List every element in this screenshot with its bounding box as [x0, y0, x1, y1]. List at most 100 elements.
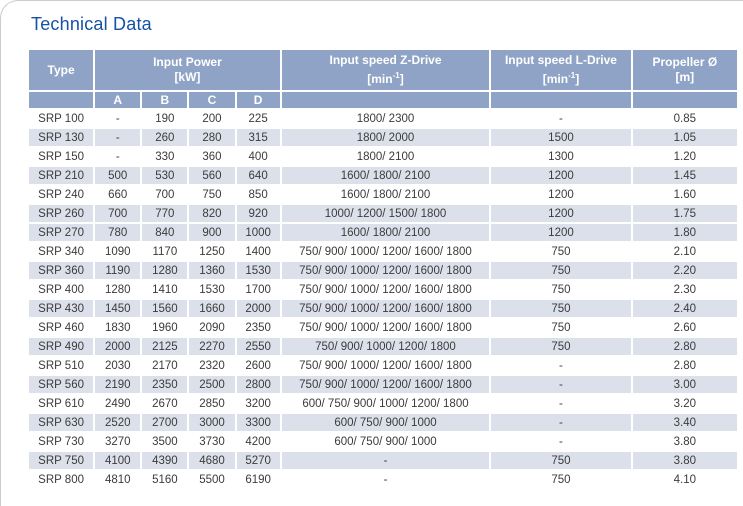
power-b-cell: 2125	[142, 338, 187, 355]
table-row: SRP 7504100439046805270-7503.80	[29, 452, 737, 469]
propeller-diameter-cell: 1.20	[633, 148, 737, 165]
subheader-col-a: A	[95, 92, 140, 108]
power-c-cell: 820	[189, 205, 234, 222]
z-drive-speed-cell: -	[282, 452, 490, 469]
unit-open: [min	[543, 72, 568, 86]
power-c-cell: 2320	[189, 357, 234, 374]
power-d-cell: 2800	[237, 376, 280, 393]
table-row: SRP 2406607007508501600/ 1800/ 210012001…	[29, 186, 737, 203]
z-drive-speed-cell: 750/ 900/ 1000/ 1200/ 1600/ 1800	[282, 243, 490, 260]
type-cell: SRP 340	[29, 243, 93, 260]
z-drive-speed-cell: 1000/ 1200/ 1500/ 1800	[282, 205, 490, 222]
power-c-cell: 750	[189, 186, 234, 203]
z-drive-speed-cell: 1600/ 1800/ 2100	[282, 224, 490, 241]
power-c-cell: 2090	[189, 319, 234, 336]
table-subheader-row: A B C D	[29, 92, 737, 108]
power-a-cell: 1190	[95, 262, 140, 279]
power-a-cell: 660	[95, 186, 140, 203]
power-d-cell: 3200	[237, 395, 280, 412]
type-cell: SRP 270	[29, 224, 93, 241]
power-d-cell: 1400	[237, 243, 280, 260]
l-drive-speed-cell: -	[491, 376, 630, 393]
type-cell: SRP 750	[29, 452, 93, 469]
unit-close: ]	[400, 72, 404, 86]
z-drive-speed-cell: 750/ 900/ 1000/ 1200/ 1600/ 1800	[282, 319, 490, 336]
power-a-cell: 500	[95, 167, 140, 184]
power-d-cell: 225	[237, 110, 280, 127]
type-cell: SRP 560	[29, 376, 93, 393]
power-a-cell: 700	[95, 205, 140, 222]
table-row: SRP 4001280141015301700750/ 900/ 1000/ 1…	[29, 281, 737, 298]
power-b-cell: 1560	[142, 300, 187, 317]
power-b-cell: 840	[142, 224, 187, 241]
power-c-cell: 2270	[189, 338, 234, 355]
power-c-cell: 560	[189, 167, 234, 184]
power-c-cell: 2850	[189, 395, 234, 412]
power-b-cell: 190	[142, 110, 187, 127]
subheader-col-c: C	[189, 92, 234, 108]
type-cell: SRP 100	[29, 110, 93, 127]
power-a-cell: 2490	[95, 395, 140, 412]
table-row: SRP 3401090117012501400750/ 900/ 1000/ 1…	[29, 243, 737, 260]
table-row: SRP 8004810516055006190-7504.10	[29, 471, 737, 488]
type-cell: SRP 400	[29, 281, 93, 298]
subheader-l-drive-empty	[491, 92, 630, 108]
power-a-cell: 4810	[95, 471, 140, 488]
content-panel: Technical Data Type Input Power [kW] Inp…	[0, 0, 743, 506]
l-drive-speed-cell: 1200	[491, 205, 630, 222]
power-a-cell: 4100	[95, 452, 140, 469]
z-drive-speed-cell: -	[282, 471, 490, 488]
l-drive-speed-cell: 750	[491, 338, 630, 355]
z-drive-speed-cell: 750/ 900/ 1000/ 1200/ 1600/ 1800	[282, 281, 490, 298]
propeller-diameter-cell: 3.20	[633, 395, 737, 412]
power-d-cell: 315	[237, 129, 280, 146]
power-b-cell: 1280	[142, 262, 187, 279]
power-a-cell: 2000	[95, 338, 140, 355]
table-row: SRP 3601190128013601530750/ 900/ 1000/ 1…	[29, 262, 737, 279]
power-d-cell: 1530	[237, 262, 280, 279]
propeller-diameter-cell: 1.45	[633, 167, 737, 184]
technical-data-table: Type Input Power [kW] Input speed Z-Driv…	[27, 48, 739, 490]
type-cell: SRP 610	[29, 395, 93, 412]
z-drive-speed-cell: 1800/ 2000	[282, 129, 490, 146]
table-row: SRP 4902000212522702550750/ 900/ 1000/ 1…	[29, 338, 737, 355]
power-b-cell: 3500	[142, 433, 187, 450]
power-c-cell: 200	[189, 110, 234, 127]
header-propeller-unit: [m]	[633, 70, 737, 85]
power-d-cell: 2000	[237, 300, 280, 317]
power-b-cell: 2670	[142, 395, 187, 412]
propeller-diameter-cell: 2.80	[633, 357, 737, 374]
table-row: SRP 27078084090010001600/ 1800/ 21001200…	[29, 224, 737, 241]
table-row: SRP 2105005305606401600/ 1800/ 210012001…	[29, 167, 737, 184]
table-row: SRP 6102490267028503200600/ 750/ 900/ 10…	[29, 395, 737, 412]
header-z-drive-label: Input speed Z-Drive	[282, 53, 490, 68]
z-drive-speed-cell: 750/ 900/ 1000/ 1200/ 1600/ 1800	[282, 262, 490, 279]
power-a-cell: 1830	[95, 319, 140, 336]
propeller-diameter-cell: 1.75	[633, 205, 737, 222]
header-z-drive-unit: [min-1]	[282, 68, 490, 87]
power-c-cell: 1360	[189, 262, 234, 279]
z-drive-speed-cell: 1800/ 2100	[282, 148, 490, 165]
subheader-z-drive-empty	[282, 92, 490, 108]
z-drive-speed-cell: 1600/ 1800/ 2100	[282, 167, 490, 184]
table-row: SRP 2607007708209201000/ 1200/ 1500/ 180…	[29, 205, 737, 222]
subheader-propeller-empty	[633, 92, 737, 108]
propeller-diameter-cell: 3.00	[633, 376, 737, 393]
power-a-cell: -	[95, 129, 140, 146]
propeller-diameter-cell: 2.40	[633, 300, 737, 317]
power-d-cell: 1000	[237, 224, 280, 241]
power-d-cell: 850	[237, 186, 280, 203]
power-b-cell: 330	[142, 148, 187, 165]
power-b-cell: 4390	[142, 452, 187, 469]
l-drive-speed-cell: 1200	[491, 167, 630, 184]
z-drive-speed-cell: 600/ 750/ 900/ 1000	[282, 414, 490, 431]
power-a-cell: 2190	[95, 376, 140, 393]
type-cell: SRP 730	[29, 433, 93, 450]
power-d-cell: 2350	[237, 319, 280, 336]
table-header-row: Type Input Power [kW] Input speed Z-Driv…	[29, 50, 737, 90]
power-b-cell: 2700	[142, 414, 187, 431]
l-drive-speed-cell: 750	[491, 300, 630, 317]
table-row: SRP 4301450156016602000750/ 900/ 1000/ 1…	[29, 300, 737, 317]
type-cell: SRP 510	[29, 357, 93, 374]
header-type-label: Type	[48, 63, 75, 77]
